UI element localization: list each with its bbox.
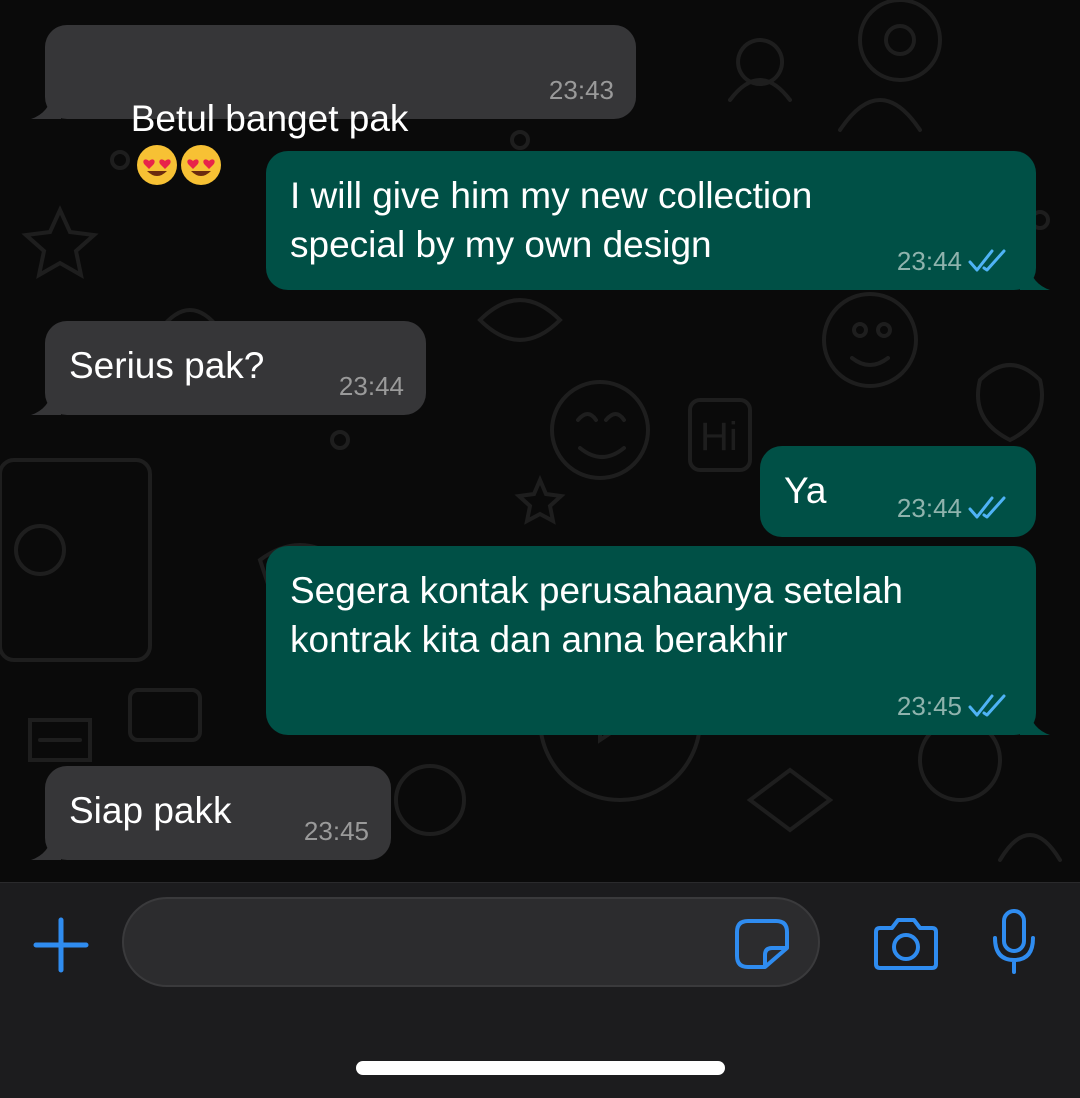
microphone-icon[interactable] [990, 908, 1038, 976]
message-bubble-incoming[interactable]: Betul banget pak 23:43 [31, 25, 636, 185]
message-input[interactable] [122, 897, 820, 987]
sticker-icon[interactable] [734, 918, 790, 970]
message-bubble-incoming[interactable]: Siap pakk 23:45 [31, 766, 391, 860]
message-text: I will give him my new collection specia… [290, 175, 813, 265]
message-bubble-outgoing[interactable]: Ya 23:44 [760, 446, 1036, 537]
bubble-tail [1020, 264, 1050, 290]
bubble-tail [31, 834, 61, 860]
bubble-tail [1020, 709, 1050, 735]
message-time: 23:44 [896, 246, 962, 276]
svg-text:Hi: Hi [700, 415, 738, 459]
double-check-icon [968, 496, 1006, 519]
message-time: 23:45 [896, 691, 962, 721]
camera-icon[interactable] [874, 912, 938, 972]
bubble-tail [31, 389, 61, 415]
heart-eyes-emoji [136, 145, 177, 185]
heart-eyes-emoji [180, 145, 221, 185]
message-text: Ya [784, 470, 827, 511]
message-time: 23:44 [338, 371, 404, 401]
message-text: Serius pak? [69, 345, 265, 386]
message-time: 23:44 [896, 493, 962, 523]
bubble-tail [31, 93, 61, 119]
home-indicator[interactable] [356, 1061, 725, 1075]
message-bubble-outgoing[interactable]: I will give him my new collection specia… [266, 151, 1050, 290]
double-check-icon [968, 694, 1006, 717]
message-bubble-outgoing[interactable]: Segera kontak perusahaanya setelah kontr… [266, 546, 1050, 735]
plus-icon[interactable] [32, 916, 90, 974]
message-text: Segera kontak perusahaanya setelah kontr… [290, 570, 903, 660]
chat-area[interactable]: Hi Betul banget pak 23:43 I will give hi… [0, 0, 1080, 882]
message-bubble-incoming[interactable]: Serius pak? 23:44 [31, 321, 426, 415]
message-text: Siap pakk [69, 790, 232, 831]
message-time: 23:45 [303, 816, 369, 846]
double-check-icon [968, 249, 1006, 272]
message-text: Betul banget pak [130, 98, 409, 139]
message-time: 23:43 [548, 75, 614, 105]
